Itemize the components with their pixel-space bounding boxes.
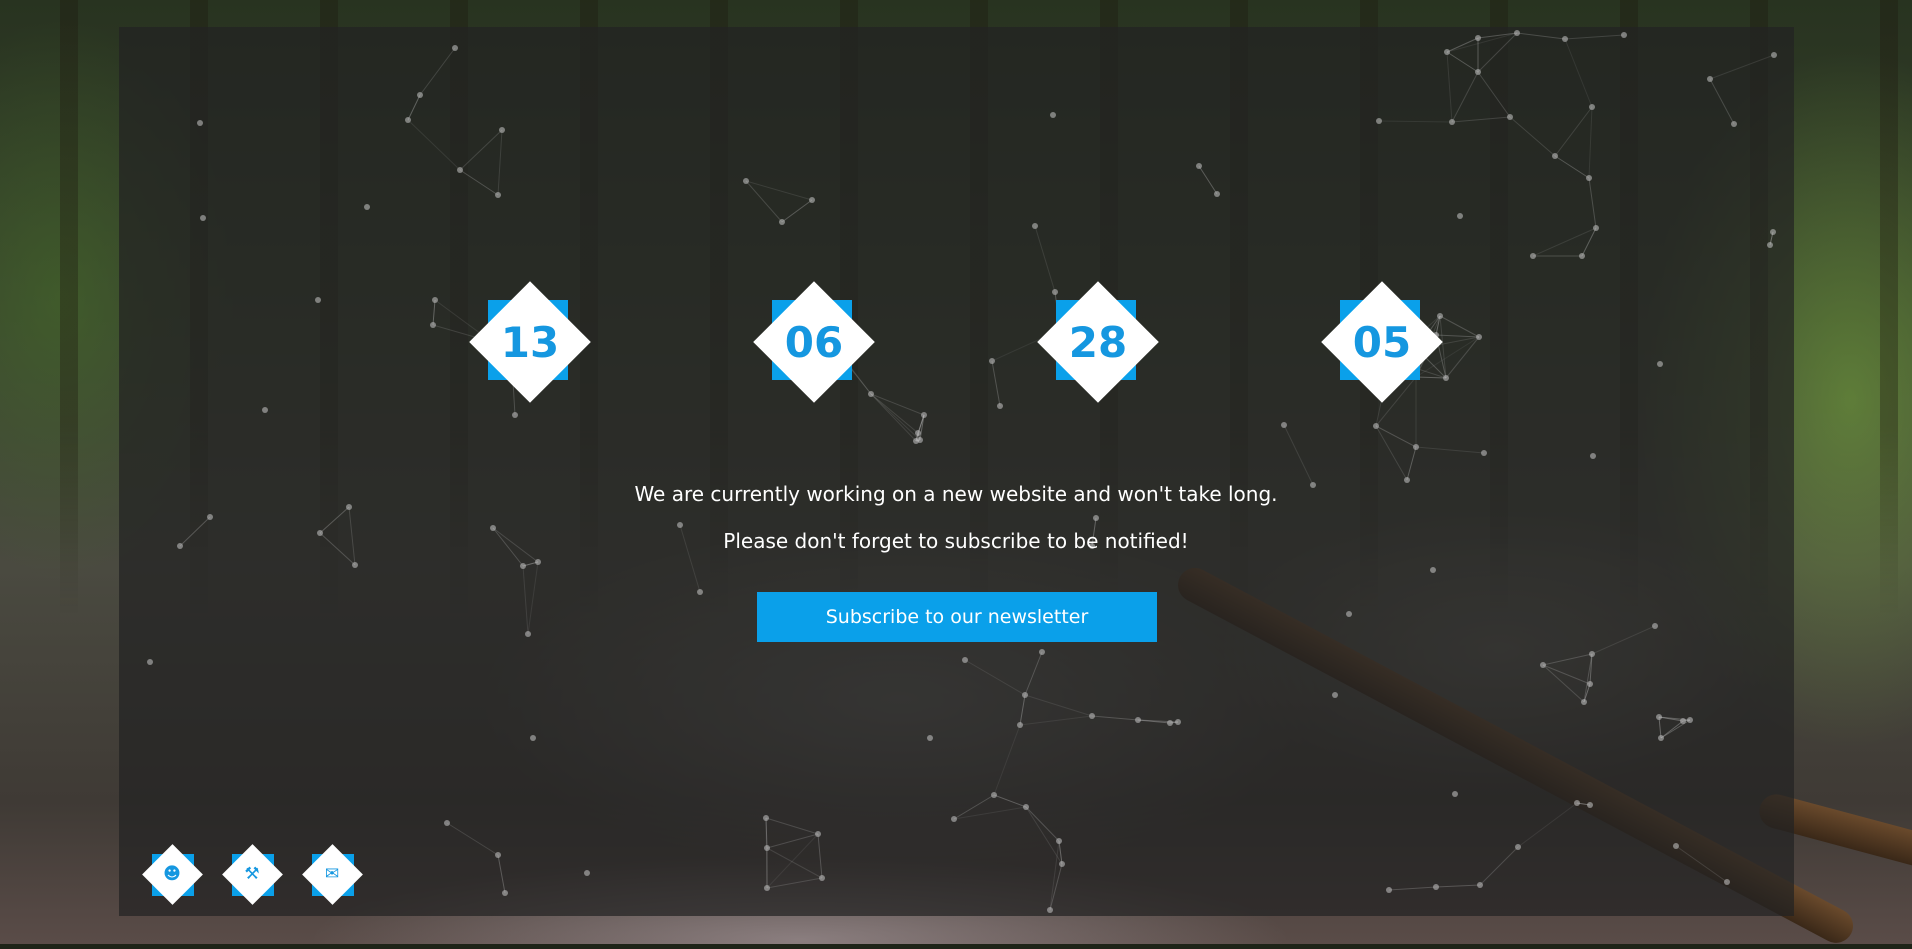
countdown-value: 13: [500, 317, 560, 367]
countdown-value: 06: [784, 317, 844, 367]
countdown-minutes: 28: [1033, 277, 1163, 407]
countdown-value: 05: [1352, 317, 1412, 367]
subscribe-reminder: Please don't forget to subscribe to be n…: [723, 529, 1189, 553]
subscribe-newsletter-button[interactable]: Subscribe to our newsletter: [757, 592, 1157, 642]
status-message: We are currently working on a new websit…: [634, 482, 1278, 506]
contact-button[interactable]: ✉: [297, 839, 367, 909]
countdown-seconds: 05: [1317, 277, 1447, 407]
wrench-icon: ⚒: [244, 864, 260, 884]
envelope-icon: ✉: [324, 864, 340, 884]
countdown-value: 28: [1068, 317, 1128, 367]
countdown-days: 13: [465, 277, 595, 407]
overlay-panel: [119, 27, 1794, 916]
tools-button[interactable]: ⚒: [217, 839, 287, 909]
user-icon: ☻: [163, 864, 181, 884]
profile-button[interactable]: ☻: [137, 839, 207, 909]
countdown-hours: 06: [749, 277, 879, 407]
